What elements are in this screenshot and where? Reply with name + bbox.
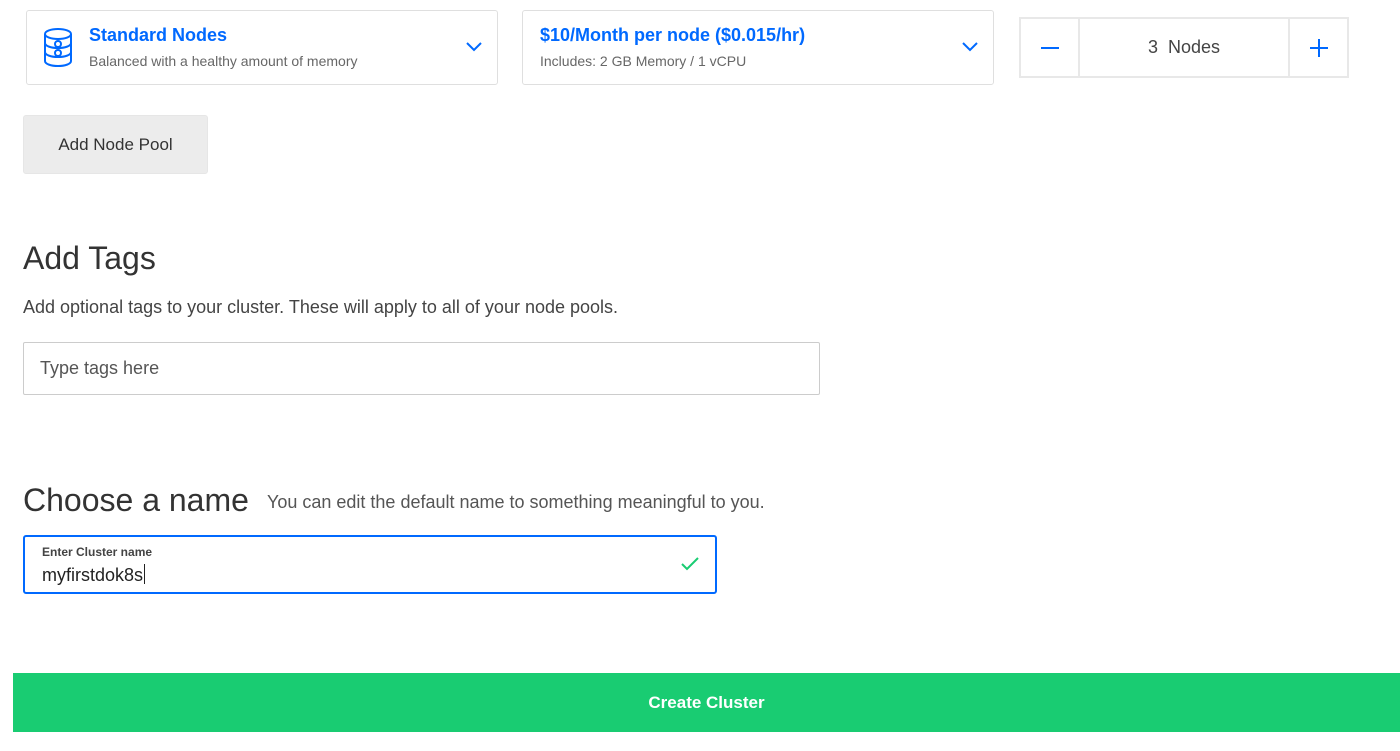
node-type-title: Standard Nodes [89,25,228,45]
node-plan-dropdown[interactable]: $10/Month per node ($0.015/hr) Includes:… [522,10,994,85]
cluster-name-label: Enter Cluster name [42,545,153,559]
node-type-dropdown[interactable]: Standard Nodes Balanced with a healthy a… [26,10,498,85]
checkmark-icon [681,557,699,571]
node-plan-title: $10/Month per node ($0.015/hr) [540,25,806,45]
cluster-name-input-value[interactable]: myfirstdok8s [42,564,146,586]
decrement-nodes-button[interactable] [1021,19,1080,76]
node-plan-subtitle: Includes: 2 GB Memory / 1 vCPU [540,53,747,69]
text-caret [144,564,146,584]
database-icon [44,28,72,68]
node-count-stepper: 3 Nodes [1019,17,1349,78]
cluster-name-text: myfirstdok8s [42,565,144,585]
cluster-name-heading: Choose a name [23,482,249,518]
cluster-name-hint: You can edit the default name to somethi… [267,492,765,512]
minus-icon [1040,46,1059,49]
add-node-pool-button[interactable]: Add Node Pool [23,115,208,174]
chevron-down-icon [962,42,978,52]
tags-heading: Add Tags [23,240,156,276]
increment-nodes-button[interactable] [1288,19,1347,76]
cluster-name-field[interactable]: Enter Cluster name myfirstdok8s [23,535,717,594]
create-cluster-button[interactable]: Create Cluster [13,673,1400,732]
tags-input[interactable] [23,342,820,395]
node-type-subtitle: Balanced with a healthy amount of memory [89,53,358,69]
tags-description: Add optional tags to your cluster. These… [23,297,619,317]
plus-icon [1309,38,1328,57]
node-count-value: 3 Nodes [1147,37,1221,57]
chevron-down-icon [466,42,482,52]
